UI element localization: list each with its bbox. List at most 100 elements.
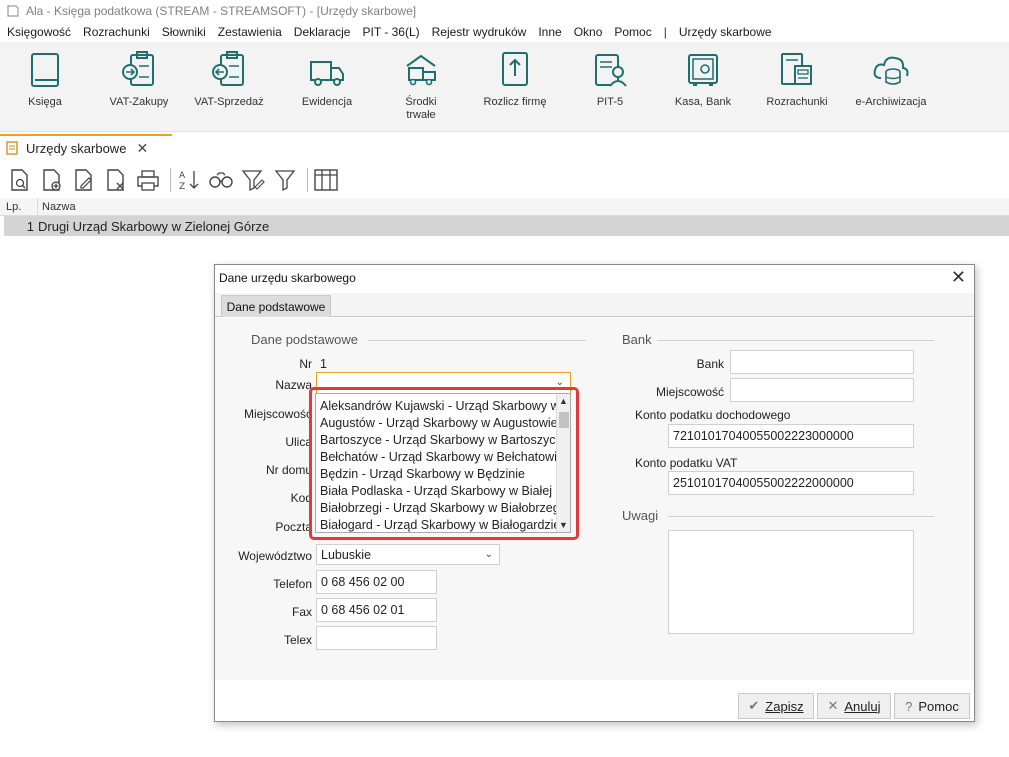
ribbon-vat-sprzedaz[interactable]: VAT-Sprzedaż — [184, 50, 274, 109]
tab-close-icon[interactable]: ✕ — [136, 140, 148, 157]
nazwa-dropdown-list[interactable]: Aleksandrów Kujawski - Urząd Skarbowy w … — [315, 393, 571, 533]
add-button[interactable] — [38, 166, 66, 194]
fax-field[interactable]: 0 68 456 02 01 — [316, 598, 437, 622]
columns-icon — [314, 169, 338, 191]
printer-icon — [137, 170, 159, 191]
ribbon-kasa-bank[interactable]: Kasa, Bank — [658, 50, 748, 109]
column-header-nazwa[interactable]: Nazwa — [38, 201, 76, 213]
ribbon-kasa-bank-label: Kasa, Bank — [674, 96, 732, 108]
book-icon — [31, 53, 59, 87]
scroll-thumb[interactable] — [559, 412, 569, 428]
menu-inne[interactable]: Inne — [538, 25, 561, 39]
filter-button[interactable] — [271, 166, 299, 194]
ribbon-rozlicz-firme[interactable]: Rozlicz firmę — [470, 50, 560, 109]
tab-urzedy-skarbowe[interactable]: Urzędy skarbowe ✕ — [0, 134, 172, 160]
delete-button[interactable] — [102, 166, 130, 194]
ribbon-rozrachunki-label: Rozrachunki — [766, 96, 828, 108]
ribbon-pit5[interactable]: PIT-5 — [565, 50, 655, 109]
list-item[interactable]: Będzin - Urząd Skarbowy w Będzinie — [316, 466, 556, 483]
label-fax: Fax — [291, 605, 312, 619]
window-title: Ala - Księga podatkowa (STREAM - STREAMS… — [26, 4, 417, 18]
list-item[interactable]: Białogard - Urząd Skarbowy w Białogardzi… — [316, 517, 556, 532]
cancel-label: Anuluj — [844, 698, 881, 714]
table-row[interactable]: 1 Drugi Urząd Skarbowy w Zielonej Górze — [4, 216, 1009, 236]
dialog-close-icon[interactable]: ✕ — [951, 267, 966, 288]
ribbon-rozrachunki[interactable]: Rozrachunki — [752, 50, 842, 109]
nazwa-combobox[interactable]: ⌄ — [316, 372, 571, 394]
menu-ksiegowosc[interactable]: Księgowość — [7, 25, 71, 39]
ribbon-vat-zakupy-label: VAT-Zakupy — [109, 96, 169, 108]
person-document-icon — [595, 54, 627, 87]
label-nr-domu: Nr domu — [265, 463, 312, 477]
label-wojewodztwo: Województwo — [238, 549, 312, 563]
help-button[interactable]: ? Pomoc — [894, 693, 970, 719]
toolbar-separator — [170, 168, 171, 192]
column-header-lp[interactable]: Lp. — [0, 198, 38, 215]
list-item[interactable]: Aleksandrów Kujawski - Urząd Skarbowy w … — [316, 398, 556, 415]
label-telex: Telex — [283, 633, 312, 647]
ribbon-ksiega[interactable]: Księga — [0, 50, 90, 109]
group-divider — [668, 516, 934, 517]
app-icon — [7, 5, 19, 17]
list-item[interactable]: Augustów - Urząd Skarbowy w Augustowie — [316, 415, 556, 432]
group-divider — [657, 340, 934, 341]
columns-button[interactable] — [312, 166, 340, 194]
label-poczta: Poczta — [275, 520, 312, 534]
ribbon-ewidencja[interactable]: Ewidencja — [282, 50, 372, 109]
menu-rozrachunki[interactable]: Rozrachunki — [83, 25, 150, 39]
uwagi-textarea[interactable] — [668, 530, 914, 634]
grid-toolbar: AZ — [0, 162, 1009, 198]
safe-icon — [688, 54, 718, 86]
menu-urzedy-skarbowe[interactable]: Urzędy skarbowe — [679, 25, 772, 39]
list-item[interactable]: Biała Podlaska - Urząd Skarbowy w Białej… — [316, 483, 556, 500]
wojewodztwo-select[interactable]: Lubuskie ⌄ — [316, 544, 500, 565]
edit-button[interactable] — [70, 166, 98, 194]
print-button[interactable] — [134, 166, 162, 194]
menu-okno[interactable]: Okno — [574, 25, 603, 39]
telex-field[interactable] — [316, 626, 437, 650]
menu-pomoc[interactable]: Pomoc — [614, 25, 651, 39]
dropdown-scrollbar[interactable]: ▲ ▼ — [556, 394, 570, 532]
save-button[interactable]: ✔ Zapisz — [738, 693, 814, 719]
list-item[interactable]: Białobrzegi - Urząd Skarbowy w Białobrze… — [316, 500, 556, 517]
konto-dochodowego-field[interactable]: 72101017040055002223000000 — [668, 424, 914, 448]
ribbon-srodki-trwale[interactable]: Środki trwałe — [376, 50, 466, 122]
dialog-title: Dane urzędu skarbowego — [219, 271, 356, 285]
scroll-down-icon[interactable]: ▼ — [559, 520, 568, 530]
document-tabbar: Urzędy skarbowe ✕ — [0, 132, 1009, 162]
cell-nazwa: Drugi Urząd Skarbowy w Zielonej Górze — [38, 218, 270, 234]
close-icon: ✕ — [827, 698, 839, 713]
menu-slowniki[interactable]: Słowniki — [162, 25, 206, 39]
dialog-tabstrip: Dane podstawowe — [215, 293, 974, 317]
cloud-database-icon — [873, 56, 909, 85]
ribbon-vat-zakupy[interactable]: VAT-Zakupy — [94, 50, 184, 109]
truck-icon — [310, 61, 344, 86]
list-item[interactable]: Bartoszyce - Urząd Skarbowy w Bartoszyca… — [316, 432, 556, 449]
scroll-up-icon[interactable]: ▲ — [559, 396, 568, 406]
telefon-field[interactable]: 0 68 456 02 00 — [316, 570, 437, 594]
ribbon-ksiega-label: Księga — [28, 96, 62, 108]
menu-pit36[interactable]: PIT - 36(L) — [362, 25, 419, 39]
filter-edit-button[interactable] — [239, 166, 267, 194]
label-bank-miejscowosc: Miejscowość — [655, 385, 724, 399]
tab-dane-podstawowe[interactable]: Dane podstawowe — [221, 295, 331, 317]
bank-field[interactable] — [730, 350, 914, 374]
chevron-down-icon[interactable]: ⌄ — [556, 377, 564, 388]
question-icon: ? — [905, 698, 913, 714]
chevron-down-icon[interactable]: ⌄ — [485, 549, 493, 560]
menu-zestawienia[interactable]: Zestawienia — [218, 25, 282, 39]
cancel-button[interactable]: ✕ Anuluj — [817, 693, 891, 719]
search-button[interactable] — [207, 166, 235, 194]
sort-button[interactable]: AZ — [175, 166, 203, 194]
list-item[interactable]: Bełchatów - Urząd Skarbowy w Bełchatowie — [316, 449, 556, 466]
bank-miejscowosc-field[interactable] — [730, 378, 914, 402]
menu-rejestr-wydrukow[interactable]: Rejestr wydruków — [432, 25, 527, 39]
konto-vat-field[interactable]: 25101017040055002222000000 — [668, 471, 914, 495]
ribbon-rozlicz-firme-label: Rozlicz firmę — [483, 96, 547, 108]
nr-field[interactable]: 1 — [316, 355, 570, 373]
menu-deklaracje[interactable]: Deklaracje — [294, 25, 351, 39]
upload-document-icon — [502, 52, 528, 86]
filter-icon — [274, 170, 296, 192]
preview-button[interactable] — [6, 166, 34, 194]
ribbon-e-archiwizacja[interactable]: e-Archiwizacja — [846, 50, 936, 109]
